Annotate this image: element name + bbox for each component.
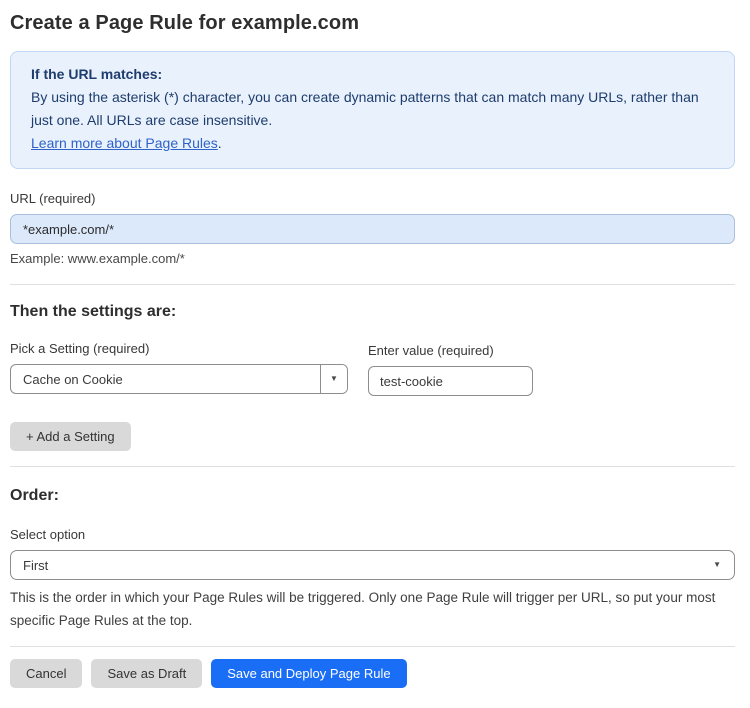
setting-dropdown-value: Cache on Cookie — [23, 371, 123, 387]
chevron-down-icon: ▼ — [713, 560, 721, 569]
url-section: URL (required) Example: www.example.com/… — [10, 191, 735, 266]
order-select[interactable]: First ▼ — [10, 550, 735, 580]
add-setting-button[interactable]: + Add a Setting — [10, 422, 131, 451]
order-helper-text: This is the order in which your Page Rul… — [10, 590, 716, 628]
chevron-down-icon: ▼ — [330, 374, 338, 383]
setting-picker-column: Pick a Setting (required) Cache on Cooki… — [10, 341, 348, 394]
save-and-deploy-button[interactable]: Save and Deploy Page Rule — [211, 659, 407, 688]
cancel-button[interactable]: Cancel — [10, 659, 83, 688]
settings-row: Pick a Setting (required) Cache on Cooki… — [10, 341, 735, 396]
settings-heading: Then the settings are: — [10, 303, 177, 320]
info-box-body: By using the asterisk (*) character, you… — [31, 89, 699, 128]
url-example-helper: Example: www.example.com/* — [10, 251, 185, 266]
setting-dropdown[interactable]: Cache on Cookie ▼ — [10, 364, 348, 394]
url-matches-info-box: If the URL matches: By using the asteris… — [10, 51, 735, 169]
setting-value-column: Enter value (required) — [368, 341, 568, 396]
order-select-value: First — [23, 557, 49, 573]
link-suffix: . — [217, 135, 222, 151]
url-input[interactable] — [10, 214, 735, 244]
divider — [10, 646, 735, 647]
order-heading: Order: — [10, 487, 59, 504]
form-actions: Cancel Save as Draft Save and Deploy Pag… — [10, 659, 735, 688]
divider — [10, 284, 735, 285]
info-box-link-line: Learn more about Page Rules. — [31, 132, 714, 155]
select-option-label: Select option — [10, 527, 86, 542]
pick-setting-label: Pick a Setting (required) — [10, 341, 150, 356]
save-as-draft-button[interactable]: Save as Draft — [91, 659, 203, 688]
info-box-heading: If the URL matches: — [31, 66, 163, 82]
learn-more-link[interactable]: Learn more about Page Rules — [31, 135, 218, 151]
setting-dropdown-arrow-button[interactable]: ▼ — [320, 365, 347, 393]
enter-value-label: Enter value (required) — [368, 343, 494, 358]
divider — [10, 466, 735, 467]
url-label: URL (required) — [10, 191, 96, 206]
create-page-rule-form: Create a Page Rule for example.com If th… — [0, 0, 750, 708]
page-title: Create a Page Rule for example.com — [10, 12, 360, 34]
setting-value-input[interactable] — [368, 366, 533, 396]
